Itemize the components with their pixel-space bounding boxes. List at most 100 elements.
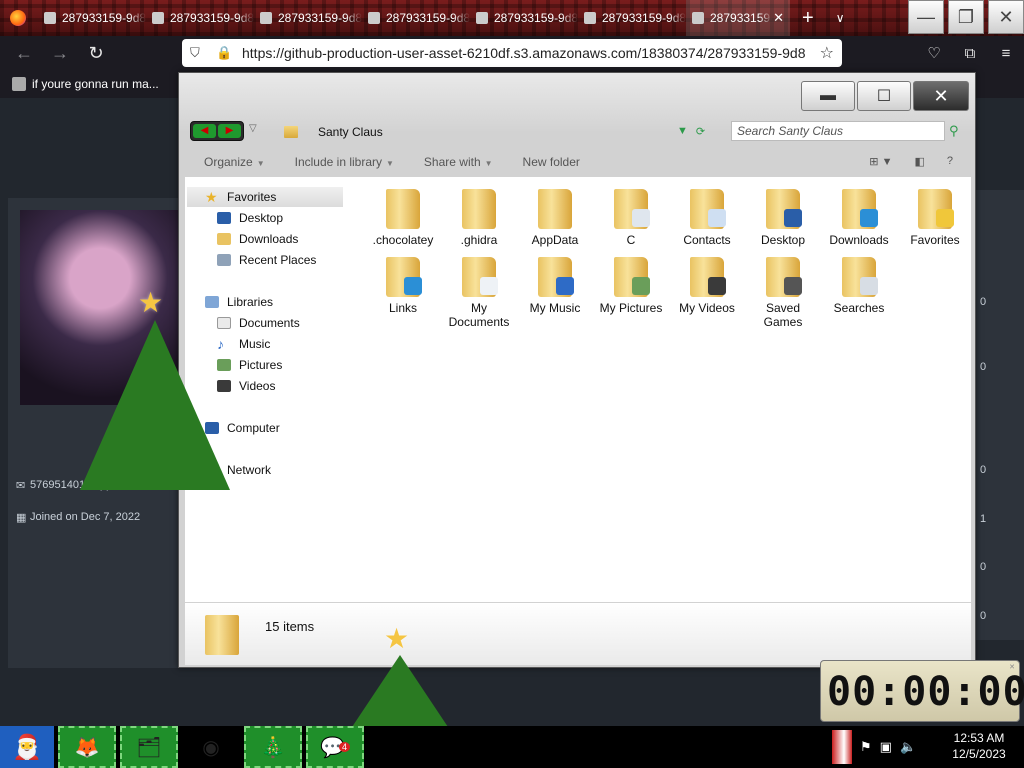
music-icon <box>538 257 574 297</box>
share-with-button[interactable]: Share with ▼ <box>424 155 493 169</box>
taskbar-tree-icon[interactable]: 🎄 <box>244 726 302 768</box>
folder-item[interactable]: Downloads <box>821 189 897 247</box>
url-text[interactable]: https://github-production-user-asset-621… <box>242 45 812 61</box>
timer-close-icon[interactable]: ✕ <box>1009 663 1015 671</box>
videos-icon <box>690 257 726 297</box>
browser-tab[interactable]: 287933159-9d817 <box>362 0 470 36</box>
menu-icon[interactable]: ≡ <box>988 45 1024 62</box>
network-icon[interactable]: ▣ <box>880 739 892 755</box>
folder-item[interactable]: My Pictures <box>593 257 669 315</box>
address-location[interactable]: Santy Claus <box>318 125 383 139</box>
organize-button[interactable]: Organize ▼ <box>204 155 265 169</box>
recent-pages-chevron-icon[interactable]: ▽ <box>249 123 257 134</box>
browser-tab[interactable]: 287933159-9d817 <box>578 0 686 36</box>
nav-recent-places[interactable]: Recent Places <box>217 253 316 267</box>
forward-arrow-icon[interactable]: ▶ <box>218 124 241 138</box>
minimize-icon[interactable]: — <box>908 0 944 34</box>
christmas-tree-icon <box>352 655 448 727</box>
refresh-icon[interactable]: ⟳ <box>696 125 705 138</box>
folder-item[interactable]: Saved Games <box>745 257 821 329</box>
back-arrow-icon[interactable]: ← <box>6 43 42 64</box>
taskbar: 🎅 🦊 🗂 ◉ 🎄 💬 4 ⚑ ▣ 🔈 12:53 AM 12/5/2023 <box>0 726 1024 768</box>
start-button-santa-icon[interactable]: 🎅 <box>0 726 54 768</box>
nav-favorites[interactable]: ★ Favorites <box>187 187 343 207</box>
search-icon[interactable]: ⚲ <box>949 123 959 139</box>
pocket-icon[interactable]: ♡ <box>916 44 952 62</box>
close-icon[interactable]: ✕ <box>913 81 969 111</box>
taskbar-chrome-icon[interactable]: ◉ <box>182 726 240 768</box>
star-icon: ★ <box>138 287 164 318</box>
folder-item[interactable]: C <box>593 189 669 247</box>
timer-display: 00:00:00 <box>827 669 1024 715</box>
searches-icon <box>842 257 878 297</box>
browser-nav-bar: ← → ↻ ⛉ 🔒 https://github-production-user… <box>0 36 1024 70</box>
timer-widget[interactable]: 00:00:00 ✕ <box>820 660 1024 722</box>
reload-icon[interactable]: ↻ <box>78 43 114 64</box>
documents-icon <box>462 257 498 297</box>
restore-icon[interactable]: ❐ <box>948 0 984 34</box>
details-pane: 15 items <box>185 603 971 665</box>
folder-item[interactable]: My Videos <box>669 257 745 315</box>
bookmark-link[interactable]: if youre gonna run ma... <box>32 77 159 91</box>
browser-tab-active[interactable]: 287933159-9d8✕ <box>686 0 790 36</box>
nav-desktop[interactable]: Desktop <box>217 211 283 225</box>
forward-arrow-icon[interactable]: → <box>42 43 78 64</box>
taskbar-firefox-icon[interactable]: 🦊 <box>58 726 116 768</box>
favorites-star-icon <box>918 189 954 229</box>
browser-window-controls: — ❐ ✕ <box>904 0 1024 34</box>
nav-libraries[interactable]: Libraries <box>205 295 273 309</box>
address-bar[interactable]: Santy Claus <box>284 121 724 143</box>
tab-favicon-icon <box>368 12 380 24</box>
extensions-icon[interactable]: ⧉ <box>952 45 988 62</box>
libraries-icon <box>205 296 219 308</box>
help-button[interactable]: ? <box>947 155 953 168</box>
fork-count: 0 <box>980 296 987 308</box>
folder-item[interactable]: Searches <box>821 257 897 315</box>
folder-item[interactable]: Desktop <box>745 189 821 247</box>
item-count: 15 items <box>265 619 315 634</box>
folder-item[interactable]: My Documents <box>441 257 517 329</box>
folder-item[interactable]: .chocolatey <box>365 189 441 247</box>
system-tray: ⚑ ▣ 🔈 <box>832 726 916 768</box>
tab-close-icon[interactable]: ✕ <box>773 10 784 26</box>
folder-item[interactable]: Links <box>365 257 441 315</box>
folder-icon <box>538 189 572 229</box>
notification-badge: 4 <box>338 742 350 752</box>
volume-icon[interactable]: 🔈 <box>900 739 916 755</box>
saved-games-icon <box>766 257 802 297</box>
bookmark-star-icon[interactable]: ☆ <box>820 43 834 63</box>
tab-favicon-icon <box>44 12 56 24</box>
taskbar-clock[interactable]: 12:53 AM 12/5/2023 <box>944 730 1014 762</box>
browser-tab[interactable]: 287933159-9d817 <box>38 0 146 36</box>
history-chevron-icon[interactable]: ▼ <box>677 125 688 138</box>
list-all-tabs-button[interactable]: ∨ <box>836 11 845 25</box>
recent-places-icon <box>217 254 231 266</box>
downloads-icon <box>842 189 878 229</box>
search-input[interactable]: Search Santy Claus <box>731 121 945 141</box>
folder-item[interactable]: My Music <box>517 257 593 315</box>
minimize-icon[interactable]: ▬ <box>801 81 855 111</box>
new-tab-button[interactable]: + <box>802 7 814 30</box>
desktop-icon <box>217 212 231 224</box>
taskbar-explorer-icon[interactable]: 🗂 <box>120 726 178 768</box>
browser-tab[interactable]: 287933159-9d817 <box>146 0 254 36</box>
nav-downloads[interactable]: Downloads <box>217 232 298 246</box>
browser-tab[interactable]: 287933159-9d817 <box>470 0 578 36</box>
maximize-icon[interactable]: ☐ <box>857 81 911 111</box>
browser-tab[interactable]: 287933159-9d817 <box>254 0 362 36</box>
preview-pane-icon[interactable]: ◧ <box>914 155 924 168</box>
folder-item[interactable]: Contacts <box>669 189 745 247</box>
back-arrow-icon[interactable]: ◀ <box>193 124 216 138</box>
include-in-library-button[interactable]: Include in library ▼ <box>295 155 394 169</box>
change-view-icon[interactable]: ⊞ ▼ <box>869 155 892 168</box>
taskbar-chat-icon[interactable]: 💬 4 <box>306 726 364 768</box>
action-center-icon[interactable]: ⚑ <box>860 739 872 755</box>
fork-count: 0 <box>980 561 987 573</box>
folder-item[interactable]: Favorites <box>897 189 973 247</box>
folder-item[interactable]: .ghidra <box>441 189 517 247</box>
new-folder-button[interactable]: New folder <box>523 155 580 169</box>
url-bar[interactable]: ⛉ 🔒 https://github-production-user-asset… <box>182 39 842 67</box>
close-icon[interactable]: ✕ <box>988 0 1024 34</box>
fork-count: 0 <box>980 361 987 373</box>
folder-item[interactable]: AppData <box>517 189 593 247</box>
